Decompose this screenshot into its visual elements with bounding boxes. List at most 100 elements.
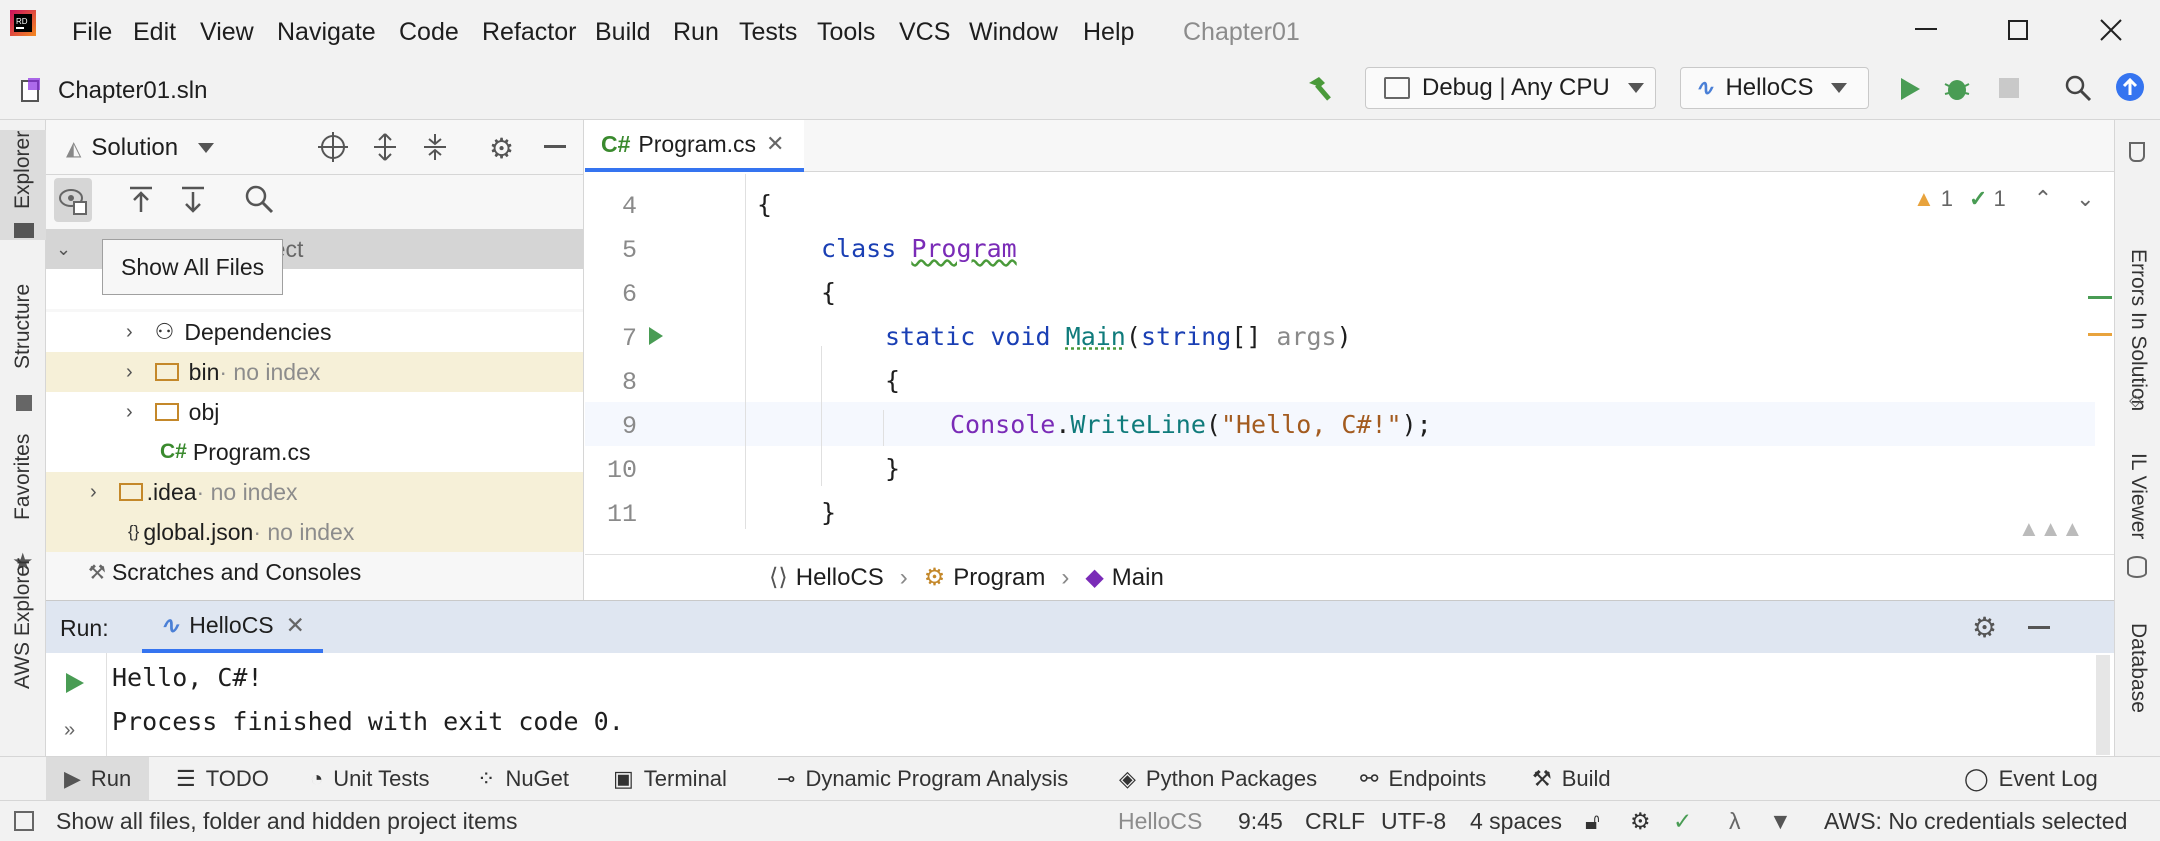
breadcrumb-method[interactable]: Main [1112,564,1164,592]
tree-row-idea[interactable]: › .idea · no index [46,472,583,512]
build-config-select[interactable]: Debug | Any CPU [1365,67,1656,109]
tool-endpoints[interactable]: ⚯ Endpoints [1360,757,1486,801]
stop-button[interactable] [1999,78,2019,98]
breadcrumb-namespace[interactable]: HelloCS [796,564,884,592]
tab-structure[interactable]: Structure [0,284,46,400]
menu-tools[interactable]: Tools [817,18,875,47]
gear-icon[interactable]: ⚙ [489,132,514,165]
run-config-select[interactable]: ∿ HelloCS [1680,67,1869,109]
tab-il-viewer[interactable]: IL Viewer [2115,420,2160,539]
menu-view[interactable]: View [200,18,254,47]
console-output-line-2: Process finished with exit code 0. [112,707,624,736]
menu-window[interactable]: Window [969,18,1058,47]
build-hammer-icon[interactable] [1303,73,1333,103]
tree-row-program-cs[interactable]: C# Program.cs [46,432,583,472]
tree-row-scratches[interactable]: ⚒ Scratches and Consoles [46,552,583,592]
tool-build[interactable]: ⚒ Build [1532,757,1611,801]
maximize-icon[interactable] [2008,20,2028,40]
dependencies-icon: ⚇ [154,319,175,344]
collapse-all-icon[interactable] [420,132,450,162]
hide-panel-button[interactable] [2028,626,2050,629]
debug-bug-icon[interactable] [1943,74,1971,102]
warning-icon: ▲ [1913,186,1935,211]
dpa-icon: ⊸ [777,766,796,791]
lock-icon[interactable]: 🔓︎ [1585,808,1600,835]
tool-event-log[interactable]: ◯ Event Log [1964,757,2098,801]
explorer-view-selector[interactable]: ◭ Solution [66,134,215,162]
locate-icon[interactable] [318,132,348,162]
minimize-button[interactable] [1915,28,1937,30]
menu-file[interactable]: File [72,18,112,47]
chevron-down-icon[interactable]: ⌄ [2076,186,2094,212]
tree-row-bin[interactable]: › bin · no index [46,352,583,392]
lambda-icon[interactable]: λ [1729,808,1741,835]
menu-edit[interactable]: Edit [133,18,176,47]
menu-navigate[interactable]: Navigate [277,18,376,47]
settings-face-icon[interactable]: ⚙ [1630,808,1651,835]
menu-help[interactable]: Help [1083,18,1134,47]
close-window-button[interactable] [2099,18,2123,42]
show-all-files-button[interactable] [54,178,92,222]
tab-errors-in-solution[interactable]: Errors In Solution [2115,170,2160,411]
tab-database[interactable]: Database [2115,590,2160,713]
chevron-up-icon[interactable]: ⌃ [2034,186,2052,212]
window-title: Chapter01 [1183,18,1300,46]
tool-dynamic-program-analysis[interactable]: ⊸ Dynamic Program Analysis [777,757,1068,801]
close-tab-icon[interactable]: ✕ [286,612,305,639]
run-tab-hellocs[interactable]: ∿ HelloCS ✕ [142,601,323,653]
tab-program-cs[interactable]: C# Program.cs ✕ [585,120,805,172]
status-project[interactable]: HelloCS [1118,808,1202,835]
tool-python-packages[interactable]: ◈ Python Packages [1119,757,1317,801]
breadcrumb-class[interactable]: Program [953,564,1045,592]
status-encoding[interactable]: UTF-8 [1381,808,1446,835]
tool-run[interactable]: ▶ Run [46,757,150,801]
status-caret-position[interactable]: 9:45 [1238,808,1283,835]
hide-panel-button[interactable] [544,145,566,148]
tool-todo[interactable]: ☰ TODO [176,757,269,801]
rider-logo-icon: RD [10,10,36,36]
menu-tests[interactable]: Tests [739,18,797,47]
tab-favorites[interactable]: Favorites [0,434,46,545]
gear-icon[interactable]: ⚙ [1972,611,1997,644]
menu-vcs[interactable]: VCS [899,18,950,47]
check-circle-icon[interactable]: ✓ [1673,808,1692,835]
status-indent[interactable]: 4 spaces [1470,808,1562,835]
status-line-separator[interactable]: CRLF [1305,808,1365,835]
tree-row-global-json[interactable]: {} global.json · no index [46,512,583,552]
tree-row-obj[interactable]: › obj [46,392,583,432]
reader-mode-icon[interactable]: ▲▲▲ [2018,516,2083,542]
alert-icon[interactable]: ▼ [1769,808,1792,835]
close-tab-icon[interactable]: ✕ [766,131,784,157]
indent-guide [883,410,884,446]
menu-run[interactable]: Run [673,18,719,47]
rerun-button[interactable] [64,671,86,695]
search-icon[interactable] [2064,74,2092,102]
expand-down-icon[interactable] [178,184,208,214]
run-icon: ▶ [64,766,81,791]
tool-unit-tests[interactable]: ◔ Unit Tests [310,757,429,801]
collapse-up-icon[interactable] [126,184,156,214]
solution-file-name[interactable]: Chapter01.sln [58,77,207,105]
tree-row-dependencies[interactable]: › ⚇ Dependencies [46,312,583,352]
update-arrow-icon[interactable] [2115,72,2145,102]
run-gutter-icon[interactable] [647,325,665,347]
expand-all-icon[interactable] [370,132,400,162]
run-panel: Run: ∿ HelloCS ✕ ⚙ » Hello, C#! Process … [46,600,2114,757]
layers-icon: ◈ [1119,766,1136,791]
toggle-tool-windows-icon[interactable] [14,811,34,831]
chevron-right-icon: › [126,400,133,423]
inspection-summary[interactable]: ▲ 1 ✓ 1 ⌃ ⌄ [1913,186,2095,212]
tab-aws-explorer[interactable]: AWS Explorer [0,558,46,750]
menu-code[interactable]: Code [399,18,459,47]
menu-build[interactable]: Build [595,18,651,47]
tool-terminal[interactable]: ▣ Terminal [613,757,727,801]
tool-nuget[interactable]: ⁘ NuGet [477,757,569,801]
hammer-icon: ⚒ [1532,766,1552,791]
menu-refactor[interactable]: Refactor [482,18,576,47]
status-message: Show all files, folder and hidden projec… [56,808,518,834]
more-actions-icon[interactable]: » [64,719,75,742]
run-button[interactable] [1898,76,1922,102]
status-aws[interactable]: AWS: No credentials selected [1824,808,2127,835]
search-icon[interactable] [244,184,274,214]
scrollbar[interactable] [2096,655,2110,755]
